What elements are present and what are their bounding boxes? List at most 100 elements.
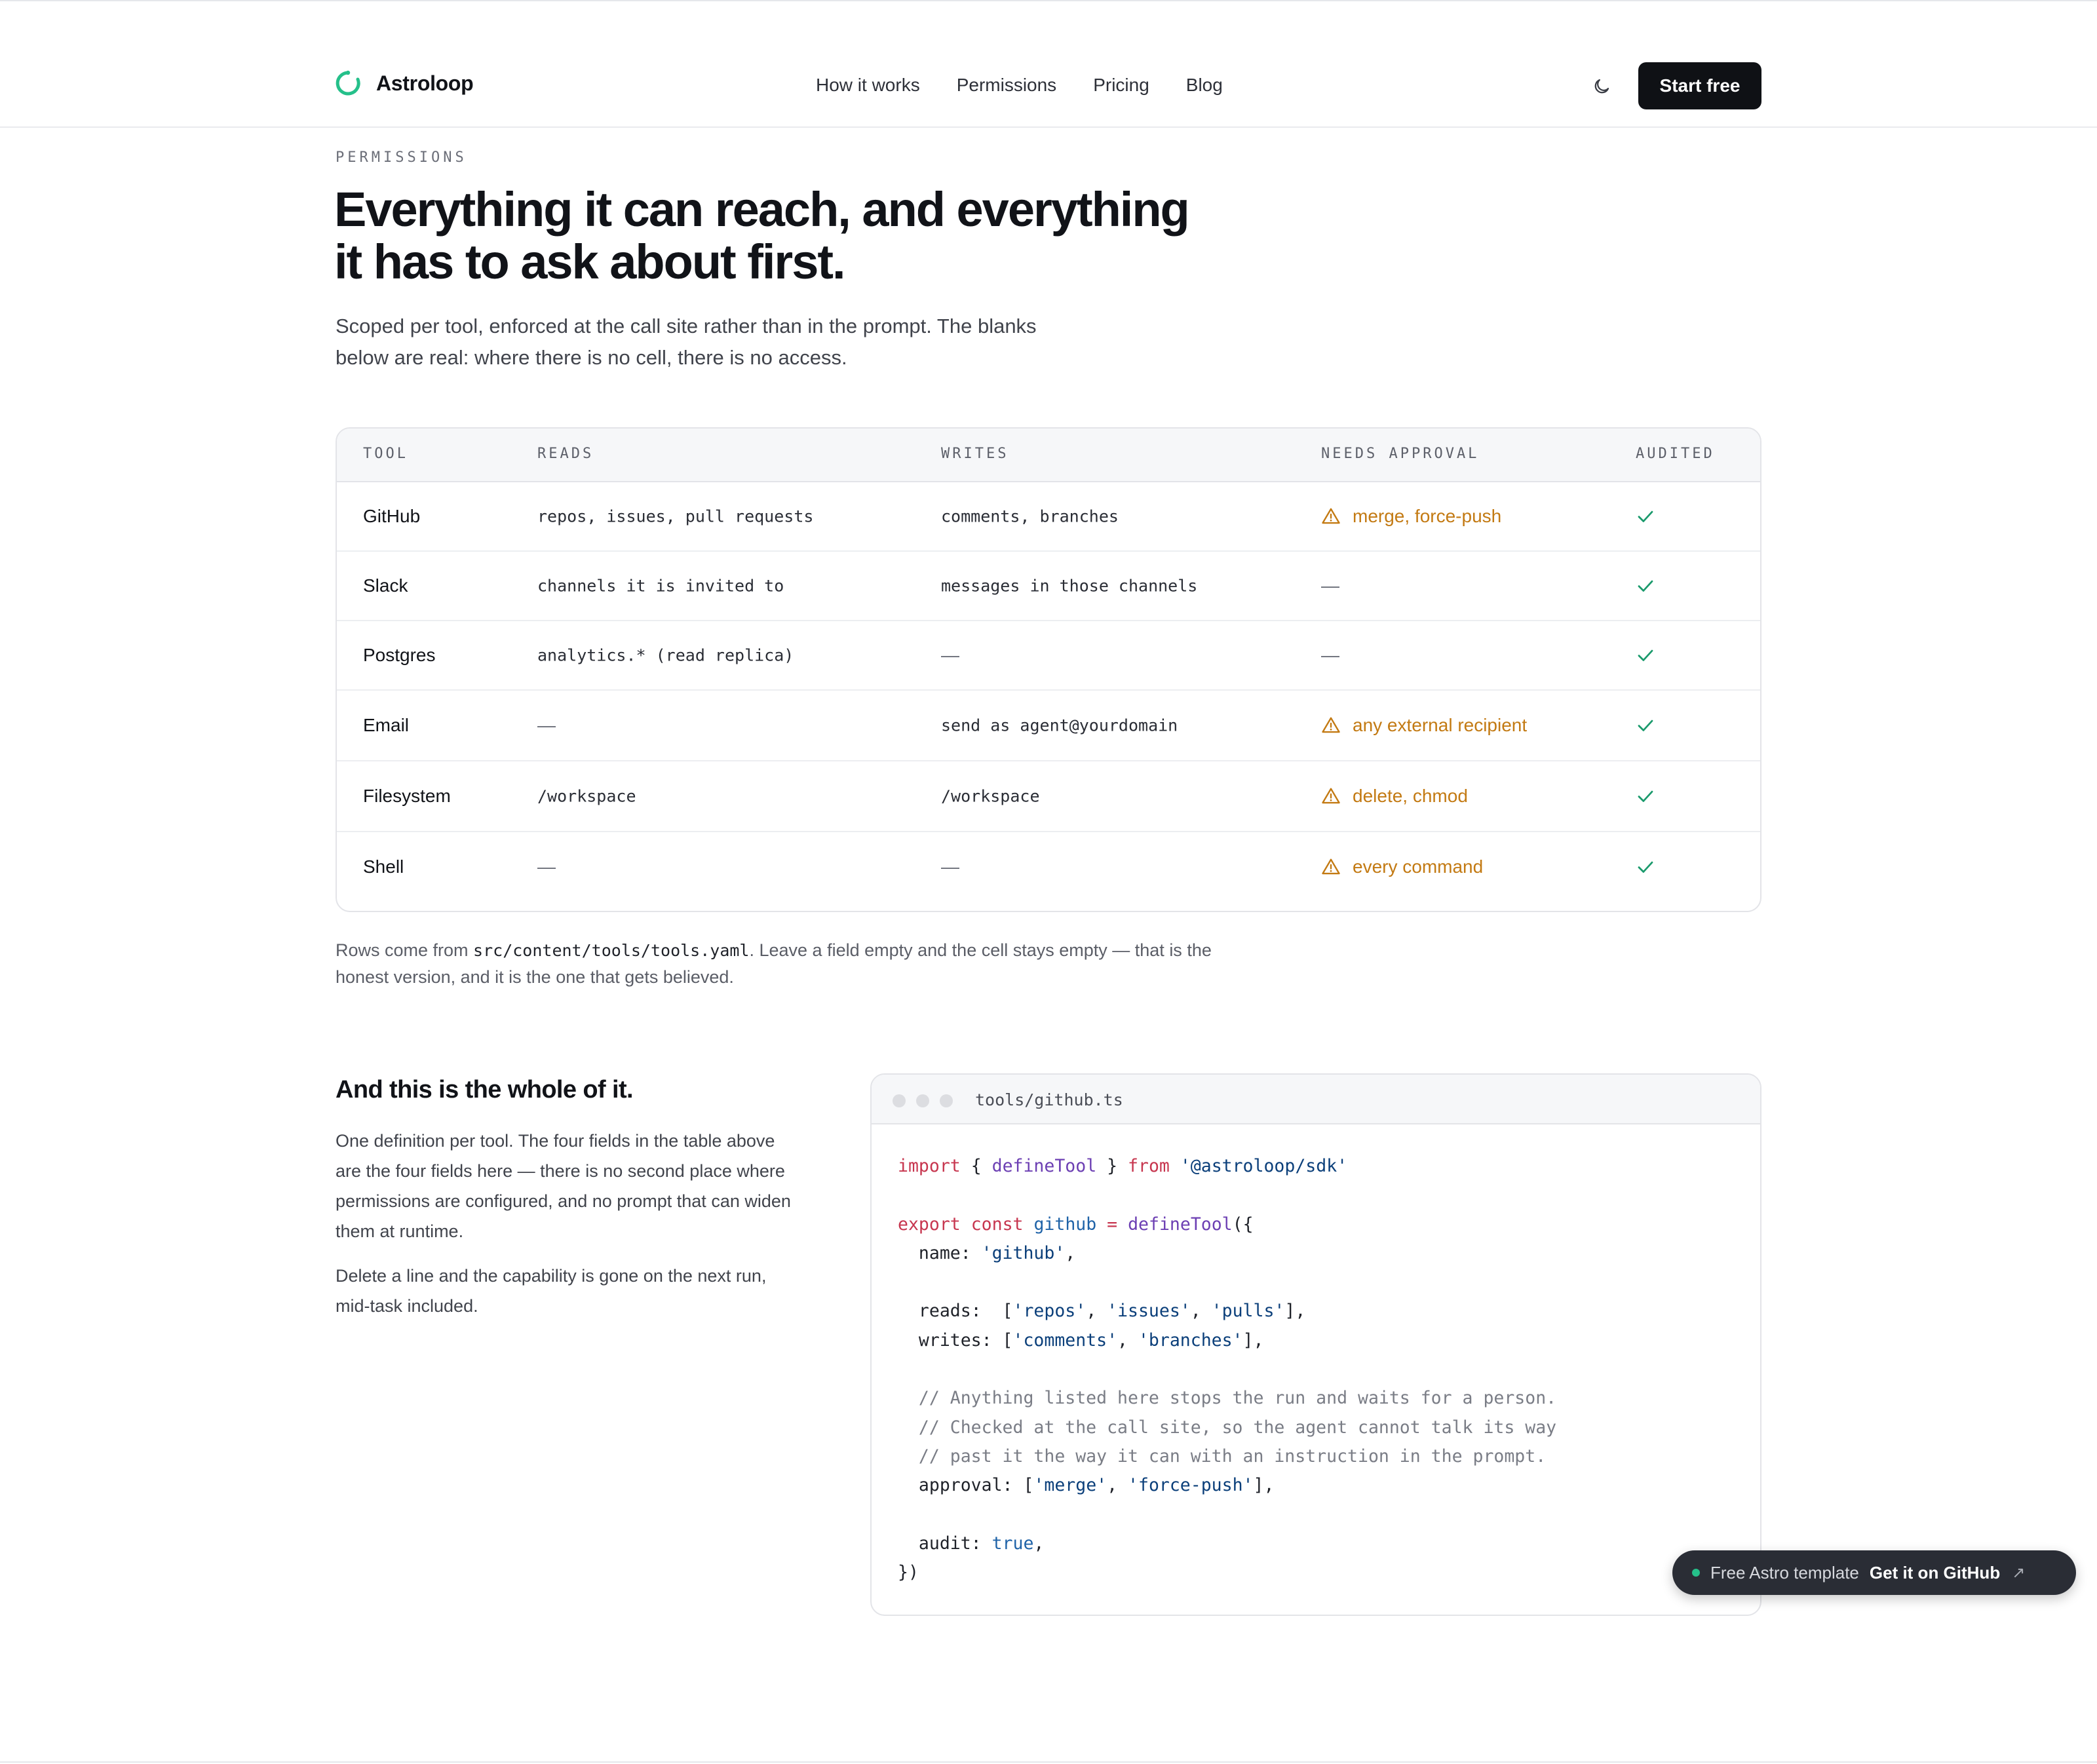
moon-icon (1594, 79, 1609, 94)
window-dot-icon (893, 1094, 906, 1107)
start-free-button[interactable]: Start free (1638, 62, 1761, 109)
table-row: Postgres analytics.* (read replica) — — (337, 621, 1760, 691)
status-dot-icon (1692, 1569, 1700, 1577)
approval-text: delete, chmod (1353, 786, 1468, 806)
cell-audited (1636, 716, 1655, 735)
column-header-reads: READS (537, 446, 594, 462)
warning-icon (1322, 508, 1340, 524)
code-line: writes: ['comments', 'branches'], (898, 1330, 1264, 1351)
external-link-icon: ↗ (2012, 1563, 2026, 1582)
cell-reads: /workspace (537, 786, 636, 806)
nav-pricing[interactable]: Pricing (1093, 75, 1149, 96)
cell-needs-approval: delete, chmod (1321, 786, 1468, 807)
cell-writes: — (941, 856, 959, 877)
brand-logo[interactable]: Astroloop (334, 69, 474, 97)
table-row: Shell — — every command (337, 832, 1760, 902)
cell-reads: — (537, 856, 556, 877)
check-icon (1638, 861, 1653, 873)
cell-writes: send as agent@yourdomain (941, 716, 1178, 735)
code-block: import { defineTool } from '@astroloop/s… (898, 1152, 1556, 1587)
cell-reads: repos, issues, pull requests (537, 507, 814, 526)
warning-icon (1322, 788, 1340, 804)
cell-needs-approval: every command (1321, 856, 1483, 877)
cell-audited (1636, 857, 1655, 877)
code-line: // past it the way it can with an instru… (898, 1446, 1547, 1467)
cell-needs-approval: merge, force-push (1321, 506, 1501, 527)
table-footnote: Rows come from src/content/tools/tools.y… (336, 937, 1227, 990)
section-eyebrow: PERMISSIONS (336, 149, 467, 166)
code-line: approval: ['merge', 'force-push'], (898, 1475, 1275, 1496)
cell-needs-approval: — (1321, 575, 1339, 596)
cell-reads: channels it is invited to (537, 576, 784, 596)
table-row: GitHub repos, issues, pull requests commen… (337, 482, 1760, 552)
page-title-line-2: it has to ask about first. (334, 235, 846, 289)
page-title: Everything it can reach, and everything … (334, 183, 1252, 288)
check-icon (1638, 510, 1653, 522)
cell-reads: — (537, 715, 556, 735)
column-header-audited: AUDITED (1636, 446, 1715, 462)
site-header: Astroloop How it works Permissions Prici… (0, 1, 2097, 128)
pill-cta[interactable]: Get it on GitHub (1870, 1563, 2000, 1583)
code-filename: tools/github.ts (975, 1090, 1123, 1109)
cell-writes: /workspace (941, 786, 1040, 806)
column-header-writes: WRITES (941, 446, 1009, 462)
footnote-prefix: Rows come from (336, 940, 474, 960)
code-line: // Checked at the call site, so the agen… (898, 1417, 1557, 1438)
loop-logo-icon (336, 70, 360, 96)
brand-name: Astroloop (376, 71, 474, 95)
cell-audited (1636, 507, 1655, 526)
theme-toggle-button[interactable] (1588, 73, 1615, 100)
warning-icon (1322, 858, 1340, 875)
cell-tool: Shell (363, 856, 404, 877)
footnote-file-path: src/content/tools/tools.yaml (473, 941, 750, 960)
cell-audited (1636, 786, 1655, 806)
approval-text: merge, force-push (1353, 506, 1502, 526)
cell-writes: messages in those channels (941, 576, 1198, 596)
column-header-tool: TOOL (363, 446, 408, 462)
window-dot-icon (916, 1094, 929, 1107)
code-line: }) (898, 1562, 919, 1583)
check-icon (1638, 719, 1653, 731)
table-body: GitHub repos, issues, pull requests commen… (337, 482, 1760, 902)
code-window: tools/github.ts import { defineTool } fr… (870, 1073, 1761, 1616)
table-row: Filesystem/workspace/workspace delete, ch… (337, 761, 1760, 832)
column-header-needs-approval: NEEDS APPROVAL (1321, 446, 1480, 462)
cell-tool: Email (363, 715, 410, 735)
cell-audited (1636, 645, 1655, 665)
table-header: TOOL READS WRITES NEEDS APPROVAL AUDITED (337, 429, 1760, 482)
nav-blog[interactable]: Blog (1186, 75, 1223, 96)
nav-permissions[interactable]: Permissions (957, 75, 1056, 96)
pill-label: Free Astro template (1710, 1562, 1859, 1582)
code-line: name: 'github', (898, 1242, 1076, 1263)
github-template-pill[interactable]: Free Astro template Get it on GitHub ↗ (1672, 1550, 2076, 1595)
section-title: And this is the whole of it. (336, 1076, 634, 1103)
approval-text: every command (1353, 856, 1484, 877)
intro-paragraph: Scoped per tool, enforced at the call si… (336, 315, 1037, 369)
table-row: Slack channels it is invited to messages i… (337, 552, 1760, 621)
bottom-border (0, 1761, 2097, 1763)
nav-how-it-works[interactable]: How it works (816, 75, 920, 96)
code-line: import { defineTool } from '@astroloop/s… (898, 1156, 1348, 1176)
cell-tool: GitHub (363, 506, 421, 526)
cell-needs-approval: any external recipient (1321, 715, 1527, 736)
check-icon (1638, 649, 1653, 661)
window-dot-icon (940, 1094, 953, 1107)
code-line: reads: ['repos', 'issues', 'pulls'], (898, 1301, 1306, 1322)
check-icon (1638, 790, 1653, 802)
table-row: Email — send as agent@yourdomain any extern… (337, 691, 1760, 761)
code-line: export const github = defineTool({ (898, 1214, 1254, 1235)
page-title-line-1: Everything it can reach, and everything (334, 182, 1190, 237)
cell-audited (1636, 576, 1655, 596)
cell-needs-approval: — (1321, 645, 1339, 665)
cell-reads: analytics.* (read replica) (537, 645, 794, 665)
permissions-table: TOOL READS WRITES NEEDS APPROVAL AUDITED… (336, 427, 1761, 912)
check-icon (1638, 580, 1653, 592)
cell-writes: comments, branches (941, 507, 1119, 526)
cell-tool: Slack (363, 575, 408, 596)
code-window-titlebar: tools/github.ts (872, 1075, 1760, 1124)
section-paragraph-1: One definition per tool. The four fields… (336, 1131, 791, 1241)
